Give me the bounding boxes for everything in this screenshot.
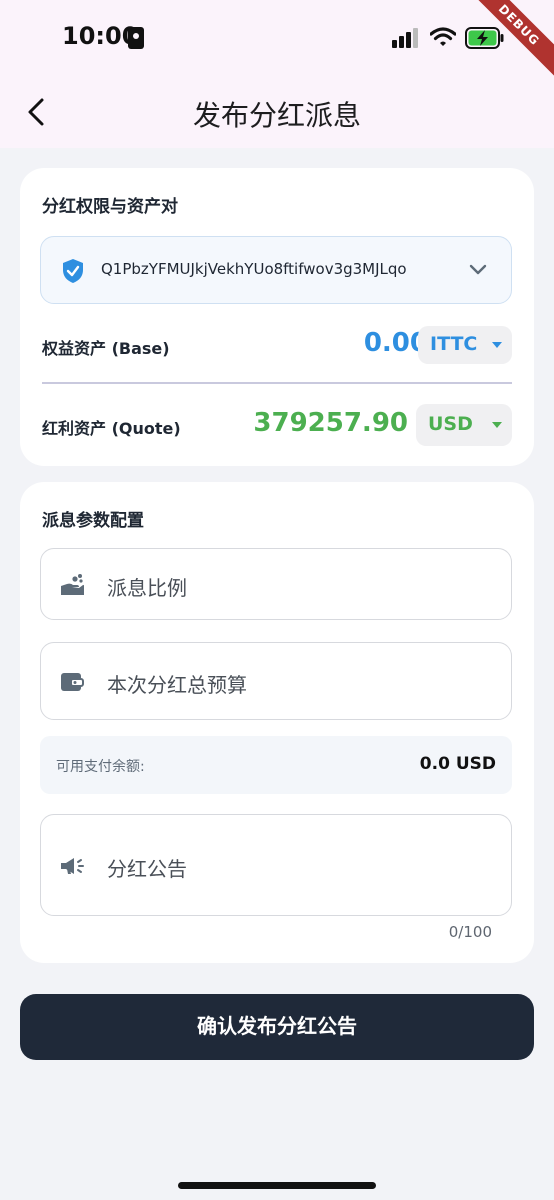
dividend-ratio-input[interactable]: 派息比例 — [40, 548, 512, 620]
divider — [42, 382, 512, 384]
page-title: 发布分红派息 — [192, 99, 361, 132]
base-currency-label: ITTC — [430, 333, 478, 355]
permission-section-title: 分红权限与资产对 — [42, 197, 178, 217]
home-indicator — [178, 1182, 376, 1189]
address-dropdown[interactable]: Q1PbzYFMUJkjVekhYUo8ftifwov3g3MJLqo — [40, 236, 512, 304]
base-asset-label: 权益资产 (Base) — [42, 339, 170, 358]
caret-down-icon — [492, 422, 502, 428]
sim-card-icon — [128, 27, 144, 49]
wallet-icon — [61, 673, 84, 691]
ratio-placeholder: 派息比例 — [107, 576, 187, 600]
quote-asset-amount: 379257.90 — [253, 408, 408, 438]
megaphone-icon — [61, 858, 84, 874]
config-section-title: 派息参数配置 — [42, 511, 144, 531]
available-balance-row: 可用支付余额: 0.0 USD — [40, 736, 512, 794]
total-budget-input[interactable]: 本次分红总预算 — [40, 642, 512, 720]
announcement-textarea[interactable]: 分红公告 — [40, 814, 512, 916]
status-bar: 10:00 DEBUG — [0, 0, 554, 79]
permission-asset-card: 分红权限与资产对 Q1PbzYFMUJkjVekhYUo8ftifwov3g3M… — [20, 168, 534, 466]
address-value: Q1PbzYFMUJkjVekhYUo8ftifwov3g3MJLqo — [101, 260, 407, 278]
announcement-placeholder: 分红公告 — [107, 857, 187, 881]
caret-down-icon — [492, 342, 502, 348]
shield-check-icon — [63, 259, 83, 283]
app-bar: 发布分红派息 — [0, 76, 554, 148]
base-currency-selector[interactable]: ITTC — [418, 326, 512, 364]
char-counter: 0/100 — [448, 923, 492, 941]
cellular-signal-icon — [392, 28, 422, 48]
status-time: 10:00 — [62, 22, 139, 50]
battery-charging-icon — [465, 27, 504, 49]
chevron-down-icon — [469, 264, 487, 275]
hand-coins-icon — [61, 574, 84, 595]
quote-currency-selector[interactable]: USD — [416, 404, 512, 446]
quote-currency-label: USD — [428, 413, 473, 435]
confirm-publish-button[interactable]: 确认发布分红公告 — [20, 994, 534, 1060]
wifi-icon — [430, 27, 456, 46]
balance-value: 0.0 USD — [419, 754, 496, 774]
dividend-config-card: 派息参数配置 派息比例 本次分红总预算 可用支付余额: 0.0 USD 分红公告 — [20, 482, 534, 963]
quote-asset-label: 红利资产 (Quote) — [42, 419, 181, 438]
balance-label: 可用支付余额: — [56, 759, 145, 775]
budget-placeholder: 本次分红总预算 — [107, 673, 247, 697]
